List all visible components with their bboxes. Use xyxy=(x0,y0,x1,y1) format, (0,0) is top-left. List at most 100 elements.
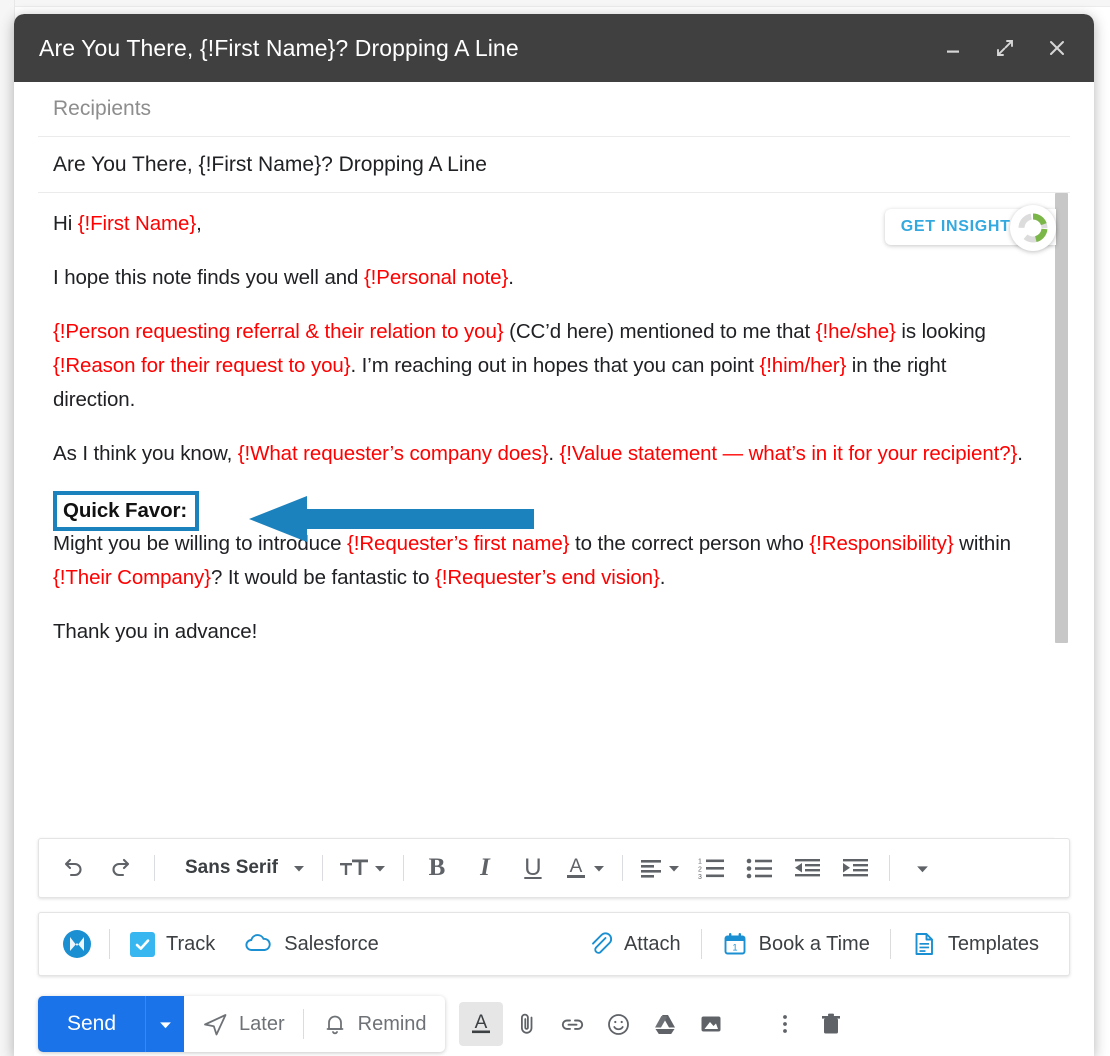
donut-chart-icon xyxy=(1018,213,1048,243)
attach-file-button[interactable] xyxy=(505,1002,549,1046)
get-insights-widget[interactable]: GET INSIGHTS xyxy=(884,205,1056,251)
p3-text3: . I’m reaching out in hopes that you can… xyxy=(350,354,760,377)
plugin-divider xyxy=(700,929,702,959)
insert-drive-file-button[interactable] xyxy=(643,1002,687,1046)
underline-icon: U xyxy=(524,854,542,881)
link-icon xyxy=(561,1019,584,1030)
paperclip-icon xyxy=(520,1013,532,1034)
bell-icon xyxy=(326,1015,344,1035)
chevron-down-icon xyxy=(293,866,304,872)
redo-icon xyxy=(112,858,130,877)
more-options-button[interactable] xyxy=(763,1002,807,1046)
merge-field-value-statement: {!Value statement — what’s in it for you… xyxy=(559,442,1018,465)
templates-button[interactable]: Templates xyxy=(897,922,1053,966)
book-a-time-label: Book a Time xyxy=(758,932,870,955)
send-label: Send xyxy=(67,1012,117,1035)
font-family-dropdown[interactable]: Sans Serif xyxy=(164,848,313,888)
page-left-strip xyxy=(0,0,15,1056)
attach-label: Attach xyxy=(623,932,681,955)
document-icon xyxy=(915,933,933,955)
chevron-down-icon xyxy=(668,866,679,872)
remind-button[interactable]: Remind xyxy=(304,996,445,1052)
text-color-icon: A xyxy=(566,856,585,878)
p5-text2: to the correct person who xyxy=(569,532,810,555)
yesware-logo-button[interactable] xyxy=(55,922,103,966)
discard-draft-button[interactable] xyxy=(809,1002,853,1046)
numbered-list-button[interactable]: 1 2 3 xyxy=(688,848,736,888)
merge-field-responsibility: {!Responsibility} xyxy=(809,532,954,555)
merge-field-he-she: {!he/she} xyxy=(815,320,896,343)
merge-field-company-does: {!What requester’s company does} xyxy=(237,442,549,465)
undo-button[interactable] xyxy=(49,848,97,888)
italic-button[interactable]: I xyxy=(461,848,509,888)
paperclip-icon xyxy=(592,932,613,954)
window-controls xyxy=(940,35,1076,61)
insert-emoji-button[interactable] xyxy=(597,1002,641,1046)
merge-field-their-company: {!Their Company} xyxy=(53,566,211,589)
p5-text3: within xyxy=(953,532,1011,555)
bold-button[interactable]: B xyxy=(413,848,461,888)
compose-title: Are You There, {!First Name}? Dropping A… xyxy=(39,34,519,61)
salesforce-label: Salesforce xyxy=(284,932,379,955)
salesforce-button[interactable]: Salesforce xyxy=(229,922,393,966)
book-a-time-button[interactable]: 1 Book a Time xyxy=(708,922,884,966)
compose-titlebar[interactable]: Are You There, {!First Name}? Dropping A… xyxy=(14,14,1094,82)
svg-text:1: 1 xyxy=(698,858,702,865)
italic-icon: I xyxy=(480,854,490,881)
greeting-prefix: Hi xyxy=(53,212,78,235)
p4-text1: As I think you know, xyxy=(53,442,238,465)
close-button[interactable] xyxy=(1044,35,1070,61)
bold-icon: B xyxy=(428,854,446,881)
font-size-dropdown[interactable] xyxy=(332,848,394,888)
compose-tools: A xyxy=(458,1002,853,1046)
body-scrollbar-thumb[interactable] xyxy=(1055,193,1068,643)
align-dropdown[interactable] xyxy=(632,848,688,888)
increase-indent-button[interactable] xyxy=(832,848,880,888)
p3-text1: (CC’d here) mentioned to me that xyxy=(503,320,816,343)
chevron-down-icon xyxy=(159,1021,171,1028)
subject-input[interactable]: Are You There, {!First Name}? Dropping A… xyxy=(38,137,1070,193)
underline-button[interactable]: U xyxy=(509,848,557,888)
p2-suffix: . xyxy=(508,266,514,289)
decrease-indent-button[interactable] xyxy=(784,848,832,888)
send-button[interactable]: Send xyxy=(38,996,146,1052)
numbered-list-icon: 1 2 3 xyxy=(698,858,725,880)
merge-field-person-requesting: {!Person requesting referral & their rel… xyxy=(53,320,504,343)
plugin-divider xyxy=(889,929,891,959)
send-options-dropdown[interactable] xyxy=(145,996,185,1052)
merge-field-him-her: {!him/her} xyxy=(759,354,847,377)
body-scrollbar-track[interactable] xyxy=(1054,193,1070,838)
quick-favor-annotated-label: Quick Favor: xyxy=(53,491,200,531)
expand-button[interactable] xyxy=(992,35,1018,61)
kebab-menu-icon xyxy=(782,1015,787,1033)
font-family-value: Sans Serif xyxy=(185,857,278,878)
formatting-options-button[interactable]: A xyxy=(458,1002,503,1046)
minimize-button[interactable] xyxy=(940,35,966,61)
insights-donut-icon[interactable] xyxy=(1010,205,1056,251)
attach-button[interactable]: Attach xyxy=(573,922,695,966)
send-later-button[interactable]: Later xyxy=(184,996,303,1052)
redo-button[interactable] xyxy=(97,848,145,888)
bulleted-list-button[interactable] xyxy=(736,848,784,888)
text-format-icon: A xyxy=(471,1012,490,1034)
track-label: Track xyxy=(166,932,216,955)
chevron-down-icon xyxy=(917,865,929,872)
merge-field-requester-first-name: {!Requester’s first name} xyxy=(347,532,570,555)
p5-text5: . xyxy=(659,566,666,589)
svg-text:3: 3 xyxy=(698,874,702,880)
recipients-input[interactable]: Recipients xyxy=(38,82,1070,137)
trash-icon xyxy=(821,1013,840,1034)
p3-text2: is looking xyxy=(895,320,986,343)
message-body-text[interactable]: Hi {!First Name}, I hope this note finds… xyxy=(53,207,1024,649)
decrease-indent-icon xyxy=(795,858,821,876)
templates-label: Templates xyxy=(947,932,1039,955)
emoji-icon xyxy=(608,1013,629,1035)
track-checkbox[interactable] xyxy=(130,931,155,957)
more-format-options-button[interactable] xyxy=(899,848,947,888)
insert-link-button[interactable] xyxy=(551,1002,595,1046)
track-toggle[interactable]: Track xyxy=(116,922,229,966)
insert-photo-button[interactable] xyxy=(689,1002,733,1046)
send-control-group: Send Later Remind xyxy=(38,996,445,1052)
text-size-icon xyxy=(339,859,368,875)
text-color-dropdown[interactable]: A xyxy=(557,848,613,888)
